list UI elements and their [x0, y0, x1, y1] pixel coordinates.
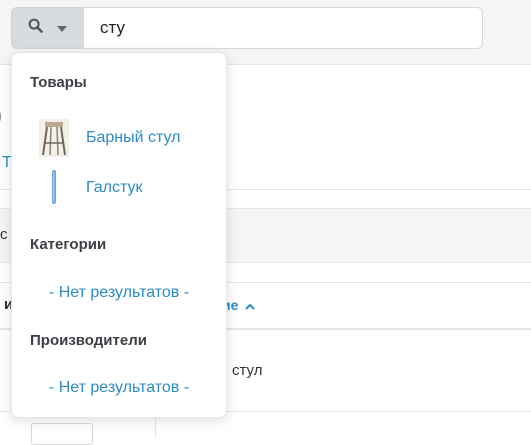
row-label: с [0, 226, 8, 243]
bar-stool-thumbnail [38, 118, 70, 158]
search-icon [28, 18, 43, 38]
result-item-label: Галстук [86, 179, 143, 196]
section-title-categories: Категории [30, 236, 107, 253]
result-item-label: Барный стул [86, 129, 181, 146]
search-type-toggle[interactable] [11, 7, 83, 49]
caret-down-icon [57, 19, 67, 37]
result-item-bar-stool[interactable]: Барный стул [12, 116, 226, 160]
section-title-manufacturers: Производители [30, 332, 147, 349]
tie-thumbnail [38, 168, 70, 208]
no-results-categories: - Нет результатов - [48, 284, 190, 301]
page-title: р [0, 92, 2, 137]
section-title-products: Товары [30, 74, 87, 91]
search-input[interactable] [83, 7, 483, 49]
no-results-manufacturers: - Нет результатов - [48, 379, 190, 396]
result-item-tie[interactable]: Галстук [12, 166, 226, 210]
table-cell: стул [232, 362, 263, 379]
chevron-up-icon [242, 297, 256, 313]
row-input[interactable] [31, 423, 93, 445]
search-results-dropdown: Товары Барный стул Галстук Категории - Н… [11, 52, 227, 418]
